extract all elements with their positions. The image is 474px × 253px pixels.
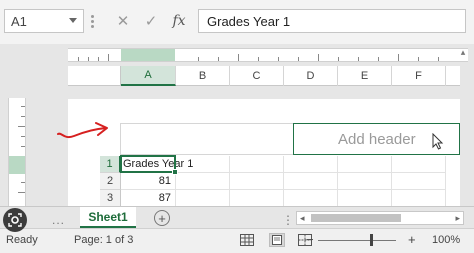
chevron-down-icon[interactable] [69,18,77,23]
cell-b2[interactable] [176,173,230,190]
cell-f3[interactable] [392,190,446,207]
zoom-in-button[interactable]: + [408,232,416,247]
row-header-3[interactable]: 3 [100,190,121,207]
zoom-level[interactable]: 100% [432,234,460,246]
mouse-cursor-icon [432,133,444,150]
zoom-slider[interactable] [318,240,396,241]
cell-c3[interactable] [230,190,284,207]
cell-d1[interactable] [284,156,338,173]
zoom-out-button[interactable]: − [306,232,314,247]
annotation-arrow-icon [57,122,108,139]
active-cell-outline [120,155,178,175]
vertical-ruler [8,98,26,206]
row-header-1[interactable]: 1 [100,156,121,173]
ruler-selection-vertical [9,156,25,174]
cancel-button[interactable]: ✕ [112,9,134,33]
scroll-left-icon[interactable]: ◂ [300,213,305,224]
formula-text: Grades Year 1 [207,14,291,29]
cell-c2[interactable] [230,173,284,190]
sheet-overflow-button[interactable]: ... [52,213,65,227]
cell-b3[interactable] [176,190,230,207]
select-all-corner[interactable] [68,66,121,86]
normal-view-icon[interactable] [240,234,254,246]
cell-c1[interactable] [230,156,284,173]
name-box[interactable]: A1 [4,9,84,33]
column-header-d[interactable]: D [284,66,338,86]
page-layout-view-icon[interactable] [269,233,285,247]
worksheet-page: Add header 1 Grades Year 1 2 81 3 87 [68,99,460,207]
column-header-f[interactable]: F [392,66,446,86]
status-ready: Ready [6,234,38,246]
zoom-slider-knob[interactable] [370,234,373,246]
scroll-right-icon[interactable]: ▸ [455,213,460,224]
chevron-up-icon[interactable]: ▴ [458,40,468,64]
row-header-2[interactable]: 2 [100,173,121,190]
page-indicator: Page: 1 of 3 [74,234,134,246]
column-header-b[interactable]: B [176,66,230,86]
cell-e2[interactable] [338,173,392,190]
cell-f1[interactable] [392,156,446,173]
cell-b1[interactable] [176,156,230,173]
enter-button[interactable]: ✓ [140,9,162,33]
column-header-e[interactable]: E [338,66,392,86]
horizontal-scrollbar[interactable]: ◂ ▸ [296,211,464,225]
formula-bar-grip-icon[interactable] [91,15,95,29]
cell-f2[interactable] [392,173,446,190]
lens-icon[interactable] [3,208,27,232]
cell-d3[interactable] [284,190,338,207]
status-bar: Ready Page: 1 of 3 − + 100% [0,228,474,253]
column-header-a[interactable]: A [121,66,176,86]
tab-sheet1[interactable]: Sheet1 [80,207,136,229]
scrollbar-thumb[interactable] [311,214,401,222]
name-box-value: A1 [11,14,27,29]
tab-split-grip-icon[interactable]: ⋮ [282,213,295,227]
header-placeholder: Add header [338,131,416,148]
column-headers: A B C D E F [68,66,460,86]
cell-e1[interactable] [338,156,392,173]
cell-a2[interactable]: 81 [121,173,176,190]
formula-input[interactable]: Grades Year 1 [198,9,466,33]
fill-handle[interactable] [172,169,178,175]
sheet-tab-bar: ... Sheet1 + ⋮ ◂ ▸ [0,206,474,229]
cell-a3[interactable]: 87 [121,190,176,207]
header-section-left[interactable] [120,123,294,155]
add-sheet-button[interactable]: + [154,210,170,226]
cell-d2[interactable] [284,173,338,190]
horizontal-ruler [68,48,468,62]
ruler-selection [121,49,175,61]
column-header-c[interactable]: C [230,66,284,86]
insert-function-button[interactable]: fx [168,9,190,33]
cell-e3[interactable] [338,190,392,207]
